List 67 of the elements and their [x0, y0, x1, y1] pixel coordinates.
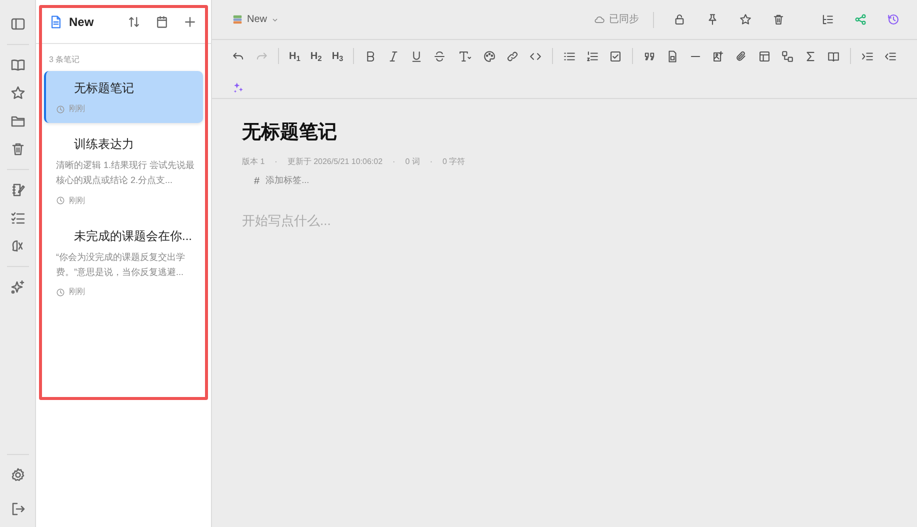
note-item[interactable]: 未完成的课题会在你... “你会为没完成的课题反复交出学费。”意思是说，当你反复逃避... 刚刚 — [44, 218, 203, 306]
separator-dot: · — [392, 156, 396, 168]
note-time: 刚刚 — [69, 194, 85, 207]
clock-icon — [56, 104, 65, 114]
table-icon[interactable] — [758, 50, 772, 63]
separator-dot: · — [430, 156, 433, 168]
sync-status: 已同步 — [594, 12, 639, 27]
note-meta: 更新于 2026/5/21 10:06:02 — [287, 156, 383, 168]
indent-icon[interactable] — [861, 50, 874, 63]
caret-icon — [271, 16, 280, 24]
note-time: 刚刚 — [69, 286, 85, 298]
notebook-edit-icon[interactable] — [10, 182, 26, 198]
star-icon[interactable] — [739, 13, 752, 26]
outdent-icon[interactable] — [884, 50, 898, 63]
sparkle-icon[interactable] — [10, 279, 26, 295]
checklist-icon[interactable] — [10, 210, 26, 226]
note-title: 未完成的课题会在你... — [73, 228, 193, 245]
bullet-list-icon[interactable] — [563, 50, 576, 63]
note-meta: 版本 1 — [242, 156, 265, 168]
sort-icon[interactable] — [127, 14, 141, 28]
note-meta: 0 词 — [405, 156, 420, 168]
note-item[interactable]: 无标题笔记 刚刚 — [44, 71, 203, 123]
lock-icon[interactable] — [673, 13, 686, 26]
notebook-selector[interactable]: New — [232, 12, 280, 27]
note-title: 无标题笔记 — [73, 80, 135, 97]
star-icon[interactable] — [10, 85, 26, 101]
outline-icon[interactable] — [821, 13, 834, 26]
ai-sparkle-icon[interactable] — [232, 80, 245, 94]
heading-button[interactable]: H$_{2}$ — [310, 50, 322, 63]
task-list-icon[interactable] — [609, 50, 622, 63]
note-item[interactable]: 训练表达力 清晰的逻辑 1.结果现行 尝试先说最核心的观点或结论 2.分点支... 刚刚 — [44, 127, 203, 215]
numbered-list-icon[interactable] — [586, 50, 600, 63]
notebook-title: New — [69, 14, 95, 30]
diagram-icon[interactable] — [781, 50, 794, 63]
note-count: 3 条笔记 — [48, 54, 81, 66]
logout-icon[interactable] — [10, 501, 26, 517]
heading-button[interactable]: H$_{3}$ — [332, 50, 344, 63]
delete-icon[interactable] — [772, 13, 785, 26]
notebook-stack-icon — [232, 14, 243, 25]
clock-icon — [56, 288, 65, 297]
note-heading[interactable]: 无标题笔记 — [242, 119, 917, 148]
note-meta: 0 字符 — [442, 156, 466, 168]
palette-icon[interactable] — [483, 50, 496, 63]
history-icon[interactable] — [887, 13, 900, 26]
note-preview: 清晰的逻辑 1.结果现行 尝试先说最核心的观点或结论 2.分点支... — [56, 159, 196, 188]
heading-button[interactable]: H$_{1}$ — [289, 50, 300, 63]
image-icon[interactable] — [712, 50, 726, 63]
calendar-icon[interactable] — [155, 14, 169, 28]
note-title: 训练表达力 — [73, 136, 135, 153]
quote-icon[interactable] — [643, 50, 656, 63]
book-icon[interactable] — [10, 57, 26, 73]
underline-icon[interactable] — [410, 50, 424, 63]
cloud-icon — [594, 14, 605, 25]
trash-icon[interactable] — [10, 141, 26, 157]
add-icon[interactable] — [183, 14, 197, 28]
tag-mark: # — [254, 174, 260, 188]
strikethrough-icon[interactable] — [433, 50, 446, 63]
separator-dot: · — [274, 156, 278, 168]
clock-icon — [56, 196, 65, 206]
pin-icon[interactable] — [706, 13, 719, 26]
sidebar-toggle-icon[interactable] — [10, 16, 26, 32]
note-time: 刚刚 — [69, 103, 85, 115]
link-icon[interactable] — [506, 50, 520, 63]
book-icon[interactable] — [827, 50, 840, 63]
note-preview: “你会为没完成的课题反复交出学费。”意思是说，当你反复逃避... — [56, 250, 186, 279]
settings-icon[interactable] — [10, 467, 26, 483]
document-icon[interactable] — [49, 14, 63, 28]
